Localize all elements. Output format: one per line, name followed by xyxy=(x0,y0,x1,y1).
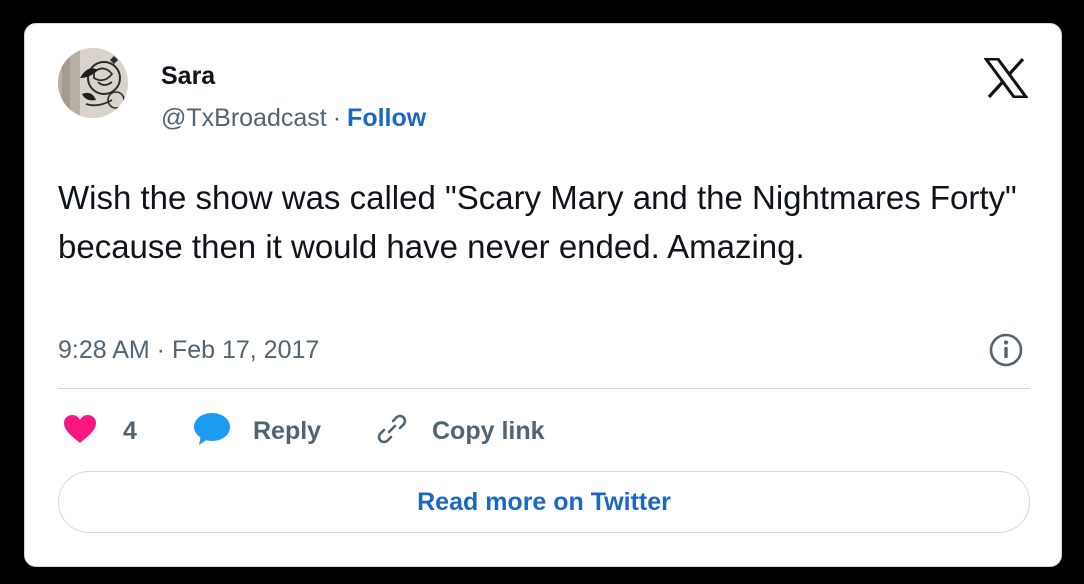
avatar-image xyxy=(58,48,128,118)
read-more-button[interactable]: Read more on Twitter xyxy=(58,471,1030,533)
author-handle-row: @TxBroadcast · Follow xyxy=(161,103,426,133)
follow-button[interactable]: Follow xyxy=(347,104,426,132)
author-name[interactable]: Sara xyxy=(161,62,215,90)
tweet-timestamp[interactable]: 9:28 AM · Feb 17, 2017 xyxy=(58,336,319,364)
copy-link-button[interactable]: Copy link xyxy=(374,414,545,448)
speech-bubble-icon xyxy=(193,412,231,451)
author-handle[interactable]: @TxBroadcast xyxy=(161,104,327,132)
heart-icon xyxy=(63,414,97,449)
tweet-text: Wish the show was called "Scary Mary and… xyxy=(58,179,1017,265)
copy-link-label: Copy link xyxy=(432,417,545,445)
like-count: 4 xyxy=(123,417,137,445)
x-logo-icon[interactable] xyxy=(983,57,1029,99)
divider xyxy=(58,388,1030,389)
tweet-card: Sara @TxBroadcast · Follow Wish the show w… xyxy=(24,23,1062,567)
like-button[interactable]: 4 xyxy=(63,414,137,448)
avatar[interactable] xyxy=(58,48,128,118)
info-icon[interactable] xyxy=(988,332,1024,368)
link-icon xyxy=(374,411,410,452)
handle-separator: · xyxy=(332,104,342,132)
reply-label: Reply xyxy=(253,417,322,445)
reply-button[interactable]: Reply xyxy=(193,412,322,451)
